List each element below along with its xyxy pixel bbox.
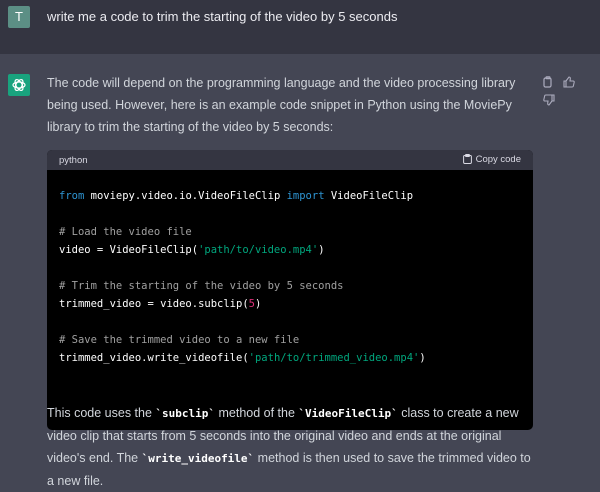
code-token: VideoFileClip: [324, 190, 414, 202]
code-comment: # Load the video file: [59, 226, 192, 238]
inline-code: `write_videofile`: [141, 452, 255, 465]
code-token: video = VideoFileClip(: [59, 244, 199, 256]
code-comment: # Trim the starting of the video by 5 se…: [59, 280, 344, 292]
code-token: moviepy.video.io.VideoFileClip: [84, 190, 287, 202]
code-string: 'path/to/video.mp4': [198, 244, 319, 256]
code-token: trimmed_video = video.subclip(: [59, 298, 249, 310]
clipboard-icon: [462, 154, 472, 164]
copy-code-label: Copy code: [475, 154, 521, 165]
inline-code: `subclip`: [155, 407, 216, 420]
outro-text: method of the: [215, 406, 299, 420]
code-token: ): [318, 244, 325, 256]
assistant-avatar: [8, 74, 30, 96]
code-comment: # Save the trimmed video to a new file: [59, 334, 300, 346]
outro-text: This code uses the: [47, 406, 156, 420]
code-token: ): [254, 298, 262, 310]
thumbs-down-icon[interactable]: [543, 94, 555, 106]
code-token: trimmed_video.write_videofile(: [59, 352, 249, 364]
code-content: from moviepy.video.io.VideoFileClip impo…: [47, 173, 533, 381]
code-string: 'path/to/trimmed_video.mp4': [248, 352, 420, 364]
code-token: from: [59, 190, 85, 202]
copy-icon[interactable]: [543, 76, 554, 88]
code-token: import: [286, 190, 325, 202]
code-language-label: python: [59, 155, 88, 166]
inline-code: `VideoFileClip`: [298, 407, 398, 420]
code-block-header: python Copy code: [47, 150, 533, 170]
assistant-intro-text: The code will depend on the programming …: [47, 76, 516, 134]
user-message-row: T write me a code to trim the starting o…: [0, 0, 600, 54]
openai-logo-icon: [12, 78, 26, 92]
user-message-text: write me a code to trim the starting of …: [47, 9, 398, 24]
copy-code-button[interactable]: Copy code: [462, 154, 521, 165]
code-block: python Copy code from moviepy.video.io.V…: [47, 150, 533, 430]
assistant-message-row: The code will depend on the programming …: [0, 54, 600, 488]
user-avatar: T: [8, 6, 30, 28]
message-actions: [543, 75, 600, 111]
assistant-outro-text: This code uses the `subclip` method of t…: [47, 402, 537, 492]
thumbs-up-icon[interactable]: [563, 76, 576, 88]
code-token: ): [419, 352, 426, 364]
